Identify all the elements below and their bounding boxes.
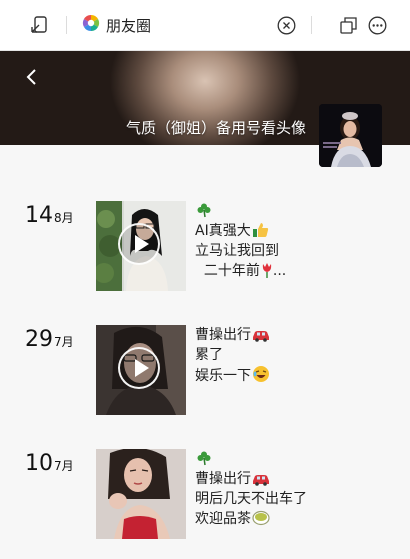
post-item[interactable]: 148月 AI真强大 立马让我回到 二十年前... — [0, 201, 410, 293]
post-line: 立马让我回到 — [195, 243, 279, 259]
page-title: 朋友圈 — [106, 16, 152, 35]
post-item[interactable]: 107月 曹操出行 明后几天不出车了 欢迎品茶 — [0, 449, 410, 541]
post-line: 曹操出行 — [195, 327, 251, 343]
post-thumbnail[interactable] — [96, 325, 186, 415]
back-arrow-icon[interactable] — [24, 67, 40, 91]
divider — [66, 16, 67, 34]
avatar[interactable] — [319, 104, 382, 167]
post-text: 曹操出行 累了 娱乐一下 — [195, 325, 395, 385]
post-line: 明后几天不出车了 — [195, 491, 307, 507]
moments-title: 朋友圈 — [82, 13, 151, 37]
top-bar: 朋友圈 — [0, 0, 410, 51]
date-month: 7月 — [54, 335, 74, 349]
tulip-icon — [261, 262, 273, 284]
tea-icon — [252, 510, 270, 532]
post-line: 娱乐一下 — [195, 368, 251, 384]
post-line: 欢迎品茶 — [195, 511, 251, 527]
play-icon[interactable] — [118, 223, 160, 265]
post-line: 累了 — [195, 347, 223, 363]
car-icon — [252, 328, 270, 348]
moments-logo-icon — [82, 14, 100, 36]
date-day: 14 — [25, 203, 53, 228]
divider — [311, 16, 312, 34]
post-text: 曹操出行 明后几天不出车了 欢迎品茶 — [195, 449, 395, 529]
post-date: 148月 — [25, 203, 74, 228]
close-circle-icon[interactable] — [277, 16, 296, 39]
post-item[interactable]: 297月 曹操出行 累了 娱乐一下 — [0, 325, 410, 417]
post-line: AI真强大 — [195, 223, 251, 239]
post-line: 曹操出行 — [195, 471, 251, 487]
more-icon[interactable] — [368, 16, 387, 39]
play-icon[interactable] — [118, 347, 160, 389]
date-day: 10 — [25, 451, 53, 476]
post-date: 107月 — [25, 451, 74, 476]
window-restore-icon[interactable] — [339, 16, 358, 39]
profile-name: 气质（御姐）备用号看头像 — [125, 119, 306, 137]
post-date: 297月 — [25, 327, 74, 352]
date-month: 7月 — [54, 459, 74, 473]
dock-back-icon[interactable] — [29, 15, 49, 39]
date-month: 8月 — [54, 211, 74, 225]
post-thumbnail[interactable] — [96, 201, 186, 291]
date-day: 29 — [25, 327, 53, 352]
post-line: 二十年前 — [195, 263, 260, 279]
post-text: AI真强大 立马让我回到 二十年前... — [195, 201, 395, 281]
post-thumbnail[interactable] — [96, 449, 186, 539]
laughing-icon — [252, 365, 270, 389]
